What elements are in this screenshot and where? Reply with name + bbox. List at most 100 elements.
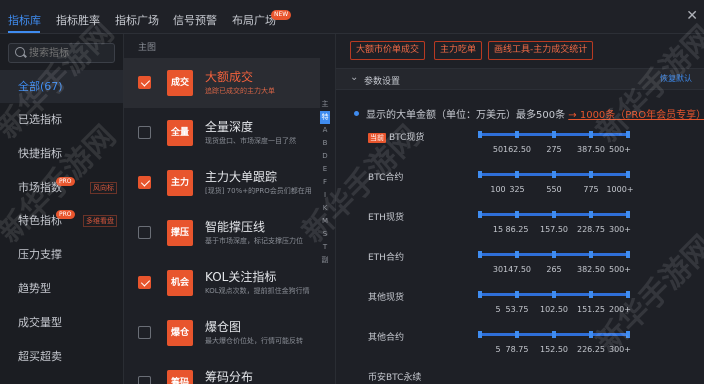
alpha-letter[interactable]: S (320, 228, 330, 241)
alpha-letter[interactable]: B (320, 137, 330, 150)
sidebar-item-support-resistance[interactable]: 压力支撑 (0, 238, 123, 271)
sidebar-item-market-index[interactable]: 市场指数 PRO 风向标 (0, 171, 123, 204)
checkbox[interactable] (138, 126, 151, 139)
alpha-letter[interactable]: M (320, 215, 330, 228)
threshold-slider[interactable]: 30 147.50 265 382.50 500+ (478, 251, 631, 274)
pro-badge: PRO (56, 177, 75, 186)
indicator-item[interactable]: 主力 主力大单跟踪 [现货] 70%+的PRO会员们都在用 (124, 158, 320, 208)
slider-label: 币安BTC永续 (368, 370, 421, 383)
sidebar-item-quick[interactable]: 快捷指标 (0, 137, 123, 170)
slider-tick[interactable] (552, 331, 556, 338)
search-box[interactable] (8, 43, 115, 63)
slider-tick[interactable] (515, 331, 519, 338)
alpha-letter[interactable]: D (320, 150, 330, 163)
main-taker-button[interactable]: 主力吃单 (434, 41, 483, 60)
slider-tick-label: 325 (509, 185, 525, 194)
slider-tick[interactable] (589, 251, 593, 258)
slider-tick-label: 200+ (609, 305, 631, 314)
slider-tick-label: 162.50 (503, 145, 531, 154)
slider-tick[interactable] (626, 331, 630, 338)
sidebar-item-trend[interactable]: 趋势型 (0, 272, 123, 305)
slider-tick[interactable] (478, 171, 482, 178)
alpha-letter[interactable]: E (320, 163, 330, 176)
slider-tick[interactable] (478, 211, 482, 218)
alpha-letter[interactable]: 特 (320, 111, 330, 124)
alpha-letter[interactable]: T (320, 241, 330, 254)
active-tab-underline (8, 31, 40, 33)
indicator-title: 筹码分布 (205, 370, 254, 384)
close-icon[interactable]: ✕ (686, 8, 698, 24)
slider-tick[interactable] (589, 171, 593, 178)
checkbox[interactable] (138, 376, 151, 384)
threshold-slider[interactable]: 5 78.75 152.50 226.25 300+ (478, 331, 631, 354)
indicator-item[interactable]: 全量 全量深度 现货盘口、市场深度一目了然 (124, 108, 320, 158)
threshold-slider[interactable]: 5 53.75 102.50 151.25 200+ (478, 291, 631, 314)
sidebar-item-selected[interactable]: 已选指标 (0, 103, 123, 136)
indicator-item[interactable]: 爆仓 爆仓图 最大爆仓价位处，行情可能反转 (124, 308, 320, 358)
slider-tick[interactable] (552, 171, 556, 178)
amount-description: 显示的大单金额（单位：万美元）最多500条 → 1000条（PRO年会员专享） (366, 106, 704, 121)
sidebar-item-label: 超买超卖 (18, 350, 62, 363)
slider-tick[interactable] (552, 211, 556, 218)
slider-tick[interactable] (626, 171, 630, 178)
threshold-slider[interactable]: 15 86.25 157.50 228.75 300+ (478, 211, 631, 234)
large-market-order-button[interactable]: 大额市价单成交 (350, 41, 426, 60)
checkbox[interactable] (138, 276, 151, 289)
sidebar-item-all[interactable]: 全部(67) (0, 70, 123, 103)
slider-tick[interactable] (626, 251, 630, 258)
slider-tick[interactable] (552, 131, 556, 138)
indicator-icon: 筹码 (167, 370, 193, 384)
slider-tick[interactable] (626, 291, 630, 298)
slider-tick[interactable] (515, 211, 519, 218)
indicator-item[interactable]: 机会 KOL关注指标 KOL观点次数，提前抓住金狗行情 (124, 258, 320, 308)
tab-indicator-square[interactable]: 指标广场 (115, 12, 159, 28)
threshold-slider[interactable]: 100 325 550 775 1000+ (478, 171, 634, 194)
tab-indicator-winrate[interactable]: 指标胜率 (56, 12, 100, 28)
tab-signal-alert[interactable]: 信号预警 (173, 12, 217, 28)
checkbox[interactable] (138, 226, 151, 239)
description-text: 显示的大单金额（单位：万美元）最多500条 (366, 110, 566, 121)
slider-tick[interactable] (552, 291, 556, 298)
slider-tick[interactable] (478, 251, 482, 258)
reset-default-link[interactable]: 恢复默认 (660, 73, 692, 84)
slider-tick[interactable] (589, 211, 593, 218)
slider-tick[interactable] (589, 291, 593, 298)
alpha-letter[interactable]: K (320, 202, 330, 215)
upgrade-link[interactable]: → 1000条（PRO年会员专享） (568, 110, 704, 121)
slider-tick[interactable] (589, 331, 593, 338)
alpha-letter[interactable]: A (320, 124, 330, 137)
drawing-tool-button[interactable]: 画线工具-主力成交统计 (488, 41, 594, 60)
slider-label: ETH合约 (368, 250, 404, 263)
slider-tick[interactable] (626, 211, 630, 218)
slider-tick[interactable] (515, 251, 519, 258)
slider-tick[interactable] (515, 291, 519, 298)
slider-tick[interactable] (626, 131, 630, 138)
params-section-header[interactable]: ⌄ 参数设置 恢复默认 (336, 68, 704, 90)
sidebar-item-volume[interactable]: 成交量型 (0, 306, 123, 339)
alpha-letter[interactable]: 副 (320, 254, 330, 267)
indicator-item[interactable]: 筹码 筹码分布 (124, 358, 320, 384)
alpha-letter[interactable]: 主 (320, 98, 330, 111)
indicator-item[interactable]: 撑压 智能撑压线 基于市场深度，标记支撑压力位 (124, 208, 320, 258)
slider-label: 当前 BTC现货 (368, 130, 424, 143)
threshold-slider[interactable]: 50 162.50 275 387.50 500+ (478, 131, 631, 154)
checkbox[interactable] (138, 76, 151, 89)
slider-tick[interactable] (515, 171, 519, 178)
slider-tick[interactable] (589, 131, 593, 138)
sidebar-item-overbought[interactable]: 超买超卖 (0, 340, 123, 373)
alpha-letter[interactable]: I (320, 189, 330, 202)
sidebar-item-featured[interactable]: 特色指标 PRO 多维看盘 (0, 204, 123, 237)
slider-tick[interactable] (515, 131, 519, 138)
slider-tick[interactable] (478, 131, 482, 138)
search-input[interactable] (29, 46, 109, 60)
tab-indicator-library[interactable]: 指标库 (8, 12, 41, 28)
slider-tick[interactable] (478, 331, 482, 338)
checkbox[interactable] (138, 326, 151, 339)
indicator-title: 爆仓图 (205, 320, 242, 334)
alpha-letter[interactable]: F (320, 176, 330, 189)
slider-tick[interactable] (552, 251, 556, 258)
tab-layout-square[interactable]: 布局广场 (232, 12, 276, 28)
checkbox[interactable] (138, 176, 151, 189)
indicator-item[interactable]: 成交 大额成交 追踪已成交的主力大单 (124, 58, 320, 108)
slider-tick[interactable] (478, 291, 482, 298)
